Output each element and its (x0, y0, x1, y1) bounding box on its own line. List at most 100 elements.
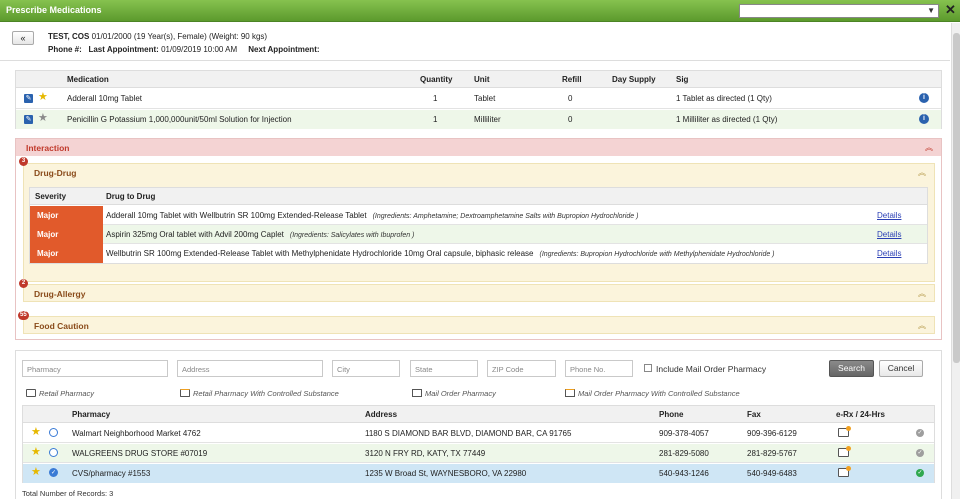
interaction-header[interactable]: Interaction ︽ (16, 139, 941, 156)
pharmacy-table-header: Pharmacy Address Phone Fax e-Rx / 24-Hrs (23, 406, 934, 423)
include-mail-order-checkbox[interactable] (644, 364, 652, 372)
back-button[interactable]: « (12, 31, 34, 45)
select-radio-selected[interactable]: ✓ (49, 468, 58, 477)
severity-badge: Major (30, 225, 103, 244)
info-icon[interactable]: i (919, 93, 929, 103)
food-caution-count-badge: 55 (18, 311, 29, 320)
medication-unit: Tablet (474, 94, 496, 103)
pharmacy-results-table: Pharmacy Address Phone Fax e-Rx / 24-Hrs… (22, 405, 935, 483)
pharmacy-row[interactable]: ★ WALGREENS DRUG STORE #07019 3120 N FRY… (23, 444, 934, 463)
pharmacy-name-input[interactable]: Pharmacy (22, 360, 168, 377)
drug-drug-table-header: Severity Drug to Drug (30, 188, 927, 205)
pharmacy-phone: 540-943-1246 (659, 469, 709, 478)
computer-controlled-icon (180, 389, 190, 397)
pharmacy-row[interactable]: ★ ✓ CVS/pharmacy #1553 1235 W Broad St, … (23, 464, 934, 483)
pharmacy-row[interactable]: ★ Walmart Neighborhood Market 4762 1180 … (23, 424, 934, 443)
col-address: Address (365, 410, 398, 419)
favorite-star-icon[interactable]: ★ (31, 465, 41, 478)
food-caution-title: Food Caution (34, 321, 89, 331)
legend-mail-order: Mail Order Pharmacy (412, 389, 496, 398)
drug-pair: Wellbutrin SR 100mg Extended-Release Tab… (106, 249, 775, 258)
medication-refill: 0 (568, 115, 573, 124)
medication-quantity: 1 (433, 94, 438, 103)
col-unit: Unit (474, 75, 490, 84)
envelope-icon (412, 389, 422, 397)
title-bar: Prescribe Medications ▼ ✕ (0, 0, 960, 22)
star-icon[interactable]: ★ (38, 111, 48, 124)
state-input[interactable]: State (410, 360, 478, 377)
select-radio[interactable] (49, 428, 58, 437)
ingredients-text: (Ingredients: Amphetamine; Dextroampheta… (372, 213, 639, 220)
expand-icon[interactable]: ︽ (918, 320, 926, 331)
edit-icon[interactable]: ✎ (24, 115, 33, 124)
col-quantity: Quantity (420, 75, 453, 84)
legend-retail-controlled-label: Retail Pharmacy With Controlled Substanc… (193, 389, 339, 398)
erx-controlled-icon (838, 446, 851, 457)
severity-badge: Major (30, 244, 103, 263)
patient-name: TEST, COS (48, 32, 90, 41)
pharmacy-address: 1180 S DIAMOND BAR BLVD, DIAMOND BAR, CA… (365, 429, 572, 438)
medication-name: Penicillin G Potassium 1,000,000unit/50m… (67, 115, 292, 124)
legend-retail-controlled: Retail Pharmacy With Controlled Substanc… (180, 389, 339, 398)
drug-drug-table: Severity Drug to Drug Major Adderall 10m… (29, 187, 928, 264)
expand-icon[interactable]: ︽ (918, 288, 926, 299)
col-erx-24hrs: e-Rx / 24-Hrs (836, 410, 885, 419)
vertical-scrollbar[interactable] (951, 23, 960, 499)
drug-pair: Adderall 10mg Tablet with Wellbutrin SR … (106, 211, 638, 220)
medication-row[interactable]: ✎ ★ Penicillin G Potassium 1,000,000unit… (16, 110, 941, 129)
scrollbar-thumb[interactable] (953, 33, 960, 363)
pharmacy-address: 1235 W Broad St, WAYNESBORO, VA 22980 (365, 469, 527, 478)
check-circle-icon: ✓ (916, 449, 924, 457)
erx-controlled-icon (838, 426, 851, 437)
medication-table: Medication Quantity Unit Refill Day Supp… (15, 70, 942, 129)
phone-number-input[interactable]: Phone No. (565, 360, 633, 377)
col-drug-to-drug: Drug to Drug (106, 192, 156, 201)
severity-badge: Major (30, 206, 103, 225)
medication-row[interactable]: ✎ ★ Adderall 10mg Tablet 1 Tablet 0 1 Ta… (16, 89, 941, 109)
search-button[interactable]: Search (829, 360, 874, 377)
collapse-icon[interactable]: ︽ (925, 142, 933, 153)
patient-details: 01/01/2000 (19 Year(s), Female) (Weight:… (91, 32, 268, 41)
col-refill: Refill (562, 75, 582, 84)
zip-code-input[interactable]: ZIP Code (487, 360, 556, 377)
pharmacy-phone: 909-378-4057 (659, 429, 709, 438)
pharmacy-name: WALGREENS DRUG STORE #07019 (72, 449, 208, 458)
medication-sig: 1 Milliliter as directed (1 Qty) (676, 115, 778, 124)
details-link[interactable]: Details (877, 211, 901, 220)
favorite-star-icon[interactable]: ★ (38, 90, 48, 103)
medication-refill: 0 (568, 94, 573, 103)
pharmacy-address: 3120 N FRY RD, KATY, TX 77449 (365, 449, 486, 458)
drug-drug-row: Major Adderall 10mg Tablet with Wellbutr… (30, 206, 927, 225)
collapse-icon[interactable]: ︽ (918, 167, 926, 178)
patient-header: « TEST, COS 01/01/2000 (19 Year(s), Fema… (0, 23, 950, 61)
drug-allergy-panel[interactable]: Drug-Allergy ︽ (23, 284, 935, 302)
top-select-dropdown[interactable]: ▼ (739, 4, 939, 18)
info-icon[interactable]: i (919, 114, 929, 124)
details-link[interactable]: Details (877, 249, 901, 258)
select-radio[interactable] (49, 448, 58, 457)
check-circle-icon: ✓ (916, 429, 924, 437)
col-fax: Fax (747, 410, 761, 419)
legend-mail-order-controlled-label: Mail Order Pharmacy With Controlled Subs… (578, 389, 740, 398)
cancel-button[interactable]: Cancel (879, 360, 923, 377)
edit-icon[interactable]: ✎ (24, 94, 33, 103)
city-input[interactable]: City (332, 360, 400, 377)
col-pharmacy: Pharmacy (72, 410, 111, 419)
favorite-star-icon[interactable]: ★ (31, 445, 41, 458)
legend-mail-order-controlled: Mail Order Pharmacy With Controlled Subs… (565, 389, 740, 398)
pharmacy-fax: 281-829-5767 (747, 449, 797, 458)
drug-drug-row: Major Aspirin 325mg Oral tablet with Adv… (30, 225, 927, 244)
address-input[interactable]: Address (177, 360, 323, 377)
check-circle-icon: ✓ (916, 469, 924, 477)
drug-drug-count-badge: 3 (19, 157, 28, 166)
col-sig: Sig (676, 75, 689, 84)
medication-table-header: Medication Quantity Unit Refill Day Supp… (16, 71, 941, 88)
close-icon[interactable]: ✕ (945, 2, 956, 18)
window-title: Prescribe Medications (6, 5, 102, 15)
favorite-star-icon[interactable]: ★ (31, 425, 41, 438)
drug-drug-header[interactable]: Drug-Drug ︽ (24, 164, 934, 181)
details-link[interactable]: Details (877, 230, 901, 239)
drug-drug-title: Drug-Drug (34, 168, 77, 178)
col-severity: Severity (35, 192, 67, 201)
food-caution-panel[interactable]: Food Caution ︽ (23, 316, 935, 334)
